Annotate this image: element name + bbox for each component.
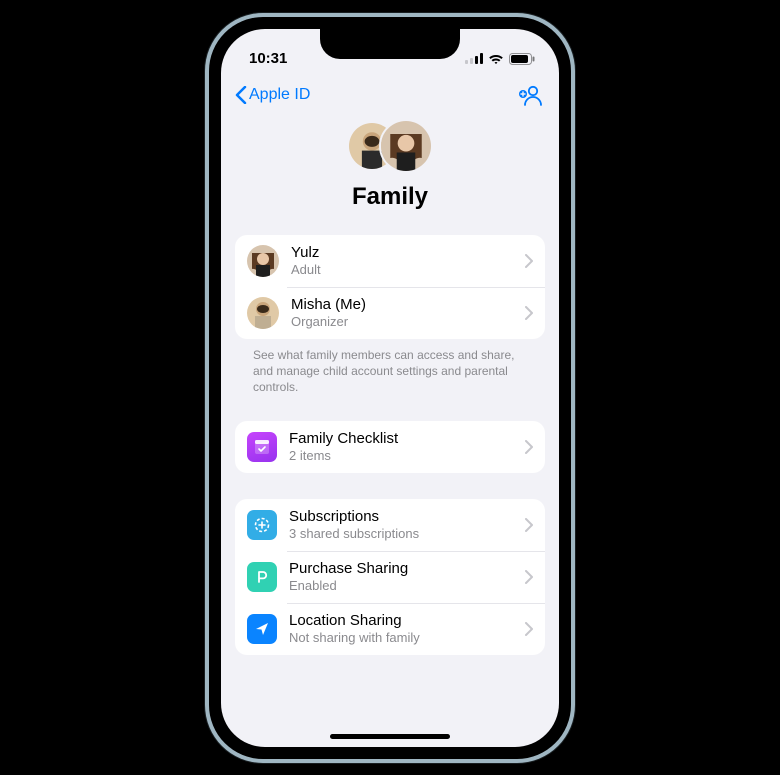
phone-bezel: 10:31 <box>209 17 571 759</box>
back-label: Apple ID <box>249 86 310 104</box>
back-button[interactable]: Apple ID <box>235 86 310 104</box>
avatar <box>247 245 279 277</box>
purchase-icon <box>247 562 277 592</box>
page-title: Family <box>352 183 428 211</box>
subscriptions-row[interactable]: Subscriptions 3 shared subscriptions <box>235 499 545 551</box>
row-title: Family Checklist <box>289 430 519 448</box>
row-subtitle: Enabled <box>289 578 519 594</box>
chevron-right-icon <box>525 570 533 584</box>
member-name: Yulz <box>291 244 519 262</box>
avatar <box>379 119 433 173</box>
checklist-icon <box>247 432 277 462</box>
row-subtitle: 2 items <box>289 448 519 464</box>
member-name: Misha (Me) <box>291 296 519 314</box>
add-member-button[interactable] <box>517 81 545 109</box>
status-time: 10:31 <box>249 50 287 67</box>
checklist-row[interactable]: Family Checklist 2 items <box>235 421 545 473</box>
family-avatar-group <box>347 119 433 173</box>
status-icons <box>465 53 535 65</box>
chevron-left-icon <box>235 86 247 104</box>
member-row[interactable]: Yulz Adult <box>235 235 545 287</box>
notch <box>320 29 460 59</box>
phone-frame: 10:31 <box>205 13 575 763</box>
chevron-right-icon <box>525 254 533 268</box>
cellular-icon <box>465 53 483 64</box>
row-subtitle: 3 shared subscriptions <box>289 526 519 542</box>
location-icon <box>247 614 277 644</box>
row-subtitle: Not sharing with family <box>289 630 519 646</box>
member-role: Adult <box>291 262 519 278</box>
screen: 10:31 <box>221 29 559 747</box>
row-title: Subscriptions <box>289 508 519 526</box>
nav-bar: Apple ID <box>221 75 559 115</box>
member-row[interactable]: Misha (Me) Organizer <box>235 287 545 339</box>
chevron-right-icon <box>525 518 533 532</box>
sharing-card: Subscriptions 3 shared subscriptions Pur… <box>235 499 545 655</box>
add-person-icon <box>518 84 544 106</box>
chevron-right-icon <box>525 306 533 320</box>
avatar <box>247 297 279 329</box>
members-card: Yulz Adult Misha (Me) Organizer <box>235 235 545 339</box>
subscriptions-icon <box>247 510 277 540</box>
row-title: Location Sharing <box>289 612 519 630</box>
row-title: Purchase Sharing <box>289 560 519 578</box>
members-footer: See what family members can access and s… <box>235 339 545 396</box>
location-sharing-row[interactable]: Location Sharing Not sharing with family <box>235 603 545 655</box>
purchase-sharing-row[interactable]: Purchase Sharing Enabled <box>235 551 545 603</box>
checklist-card: Family Checklist 2 items <box>235 421 545 473</box>
content: Yulz Adult Misha (Me) Organizer <box>221 235 559 656</box>
chevron-right-icon <box>525 440 533 454</box>
chevron-right-icon <box>525 622 533 636</box>
wifi-icon <box>488 53 504 65</box>
battery-icon <box>509 53 535 65</box>
home-indicator[interactable] <box>330 734 450 739</box>
member-role: Organizer <box>291 314 519 330</box>
hero: Family <box>221 119 559 211</box>
